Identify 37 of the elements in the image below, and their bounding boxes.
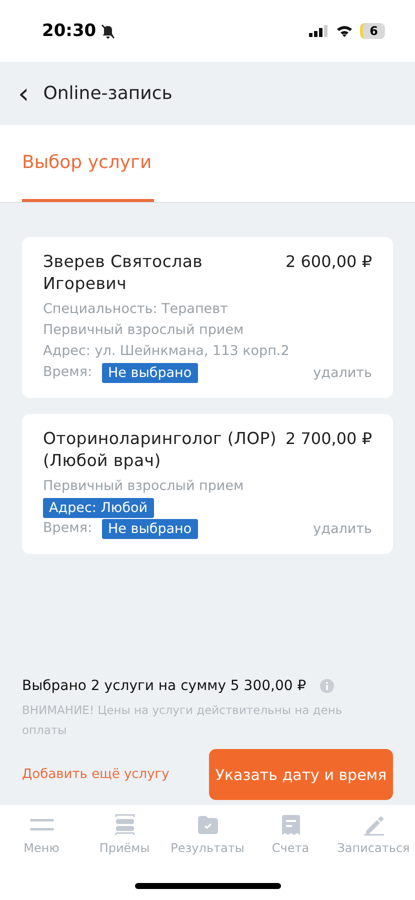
time-tag: Не выбрано (102, 518, 198, 538)
delete-link[interactable]: удалить (313, 364, 372, 380)
time-label: Время: (43, 363, 92, 382)
page-title: Online-запись (43, 83, 172, 104)
signal-icon (308, 25, 329, 37)
menu-icon (28, 818, 54, 832)
info-icon[interactable] (320, 679, 334, 693)
receipt-icon (280, 814, 300, 836)
pick-date-button[interactable]: Указать дату и время (209, 749, 393, 800)
add-service-link[interactable]: Добавить ещё услугу (22, 767, 170, 782)
service-price: 2 700,00 ₽ (285, 428, 372, 450)
back-button[interactable]: ‹ (18, 80, 30, 108)
nav-tab[interactable]: Приёмы (84, 813, 164, 855)
address-tag: Адрес: Любой (43, 498, 154, 518)
muted-bell-icon (101, 24, 116, 38)
nav-tab[interactable]: Меню (2, 813, 82, 855)
price-notice: ВНИМАНИЕ! Цены на услуги действительны на день оплаты (22, 702, 344, 739)
service-title: Оториноларинголог (ЛОР) (Любой врач) (43, 428, 278, 472)
wifi-icon (336, 25, 353, 37)
battery-level: 6 (360, 23, 385, 39)
time-tag: Не выбрано (102, 362, 198, 382)
service-detail: Первичный взрослый прием (43, 321, 245, 340)
folder-check-icon (196, 815, 218, 835)
nav-tab[interactable]: Счета (250, 813, 330, 855)
summary-text: Выбрано 2 услуги на сумму 5 300,00 ₽ (22, 678, 306, 694)
time-label: Время: (43, 519, 92, 538)
service-price: 2 600,00 ₽ (285, 251, 372, 273)
stack-icon (114, 814, 136, 836)
delete-link[interactable]: удалить (313, 520, 372, 536)
service-detail: Первичный взрослый прием (43, 477, 245, 496)
pencil-icon (362, 814, 384, 836)
nav-tab[interactable]: Записаться (334, 813, 414, 855)
service-detail: Специальность: Терапевт (43, 300, 229, 319)
status-time: 20:30 (42, 21, 96, 41)
nav-tab[interactable]: Результаты (168, 813, 248, 855)
service-detail: Адрес: ул. Шейнкмана, 113 корп.2 (43, 342, 290, 361)
service-title: Зверев Святослав Игоревич (43, 251, 204, 295)
